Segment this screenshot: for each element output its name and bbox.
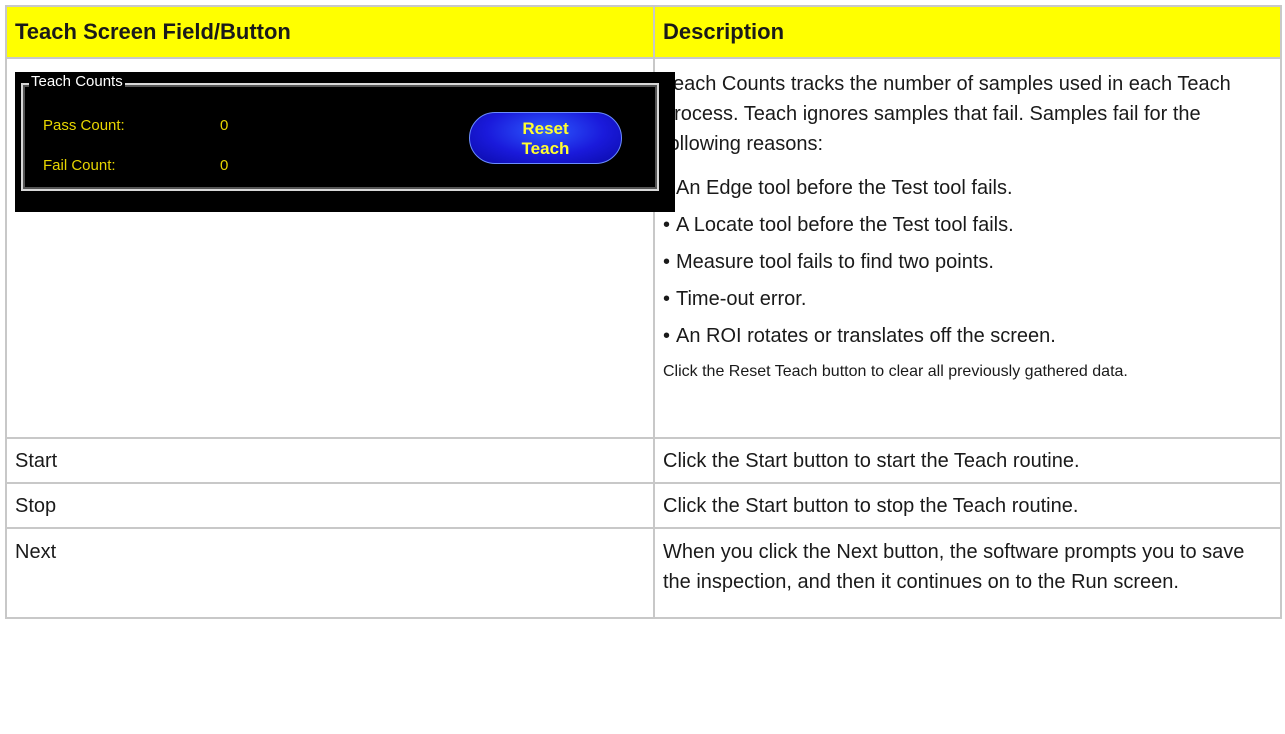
pass-count-value: 0 [220,117,229,134]
description-cell: When you click the Next button, the soft… [653,527,1282,619]
field-cell: Stop [5,482,655,529]
list-item: A Locate tool before the Test tool fails… [663,210,1272,240]
list-item: Time-out error. [663,284,1272,314]
description-start: Click the Start button to start the Teac… [663,449,1080,472]
header-field-button: Teach Screen Field/Button [5,5,655,59]
teach-counts-intro: Teach Counts tracks the number of sample… [663,73,1231,155]
teach-counts-panel: Teach Counts Pass Count: 0 Fail Count: 0… [15,72,675,212]
fail-reasons-list: An Edge tool before the Test tool fails.… [663,173,1272,351]
fail-count-label: Fail Count: [43,157,116,174]
reset-teach-label-line2: Teach [521,139,570,158]
teach-counts-description-cell: Teach Counts tracks the number of sample… [653,57,1282,439]
pass-count-label: Pass Count: [43,117,125,134]
table-row: Start Click the Start button to start th… [5,437,1282,484]
reset-teach-note: Click the Reset Teach button to clear al… [663,363,1128,380]
list-item: An Edge tool before the Test tool fails. [663,173,1272,203]
description-next: When you click the Next button, the soft… [663,541,1245,593]
reset-teach-button[interactable]: Reset Teach [469,112,622,164]
description-cell: Click the Start button to start the Teac… [653,437,1282,484]
list-item: An ROI rotates or translates off the scr… [663,321,1272,351]
field-cell: Start [5,437,655,484]
description-stop: Click the Start button to stop the Teach… [663,494,1079,517]
table-header-row: Teach Screen Field/Button Description [5,5,1282,59]
reset-teach-label-line1: Reset [522,119,569,138]
description-cell: Click the Start button to stop the Teach… [653,482,1282,529]
teach-counts-title: Teach Counts [29,73,125,90]
field-start: Start [15,449,58,472]
field-cell: Next [5,527,655,619]
table-row: Stop Click the Start button to stop the … [5,482,1282,529]
header-description: Description [653,5,1282,59]
fail-count-value: 0 [220,157,229,174]
field-next: Next [15,541,57,563]
table-row: Next When you click the Next button, the… [5,527,1282,619]
list-item: Measure tool fails to find two points. [663,247,1272,277]
field-stop: Stop [15,494,57,517]
